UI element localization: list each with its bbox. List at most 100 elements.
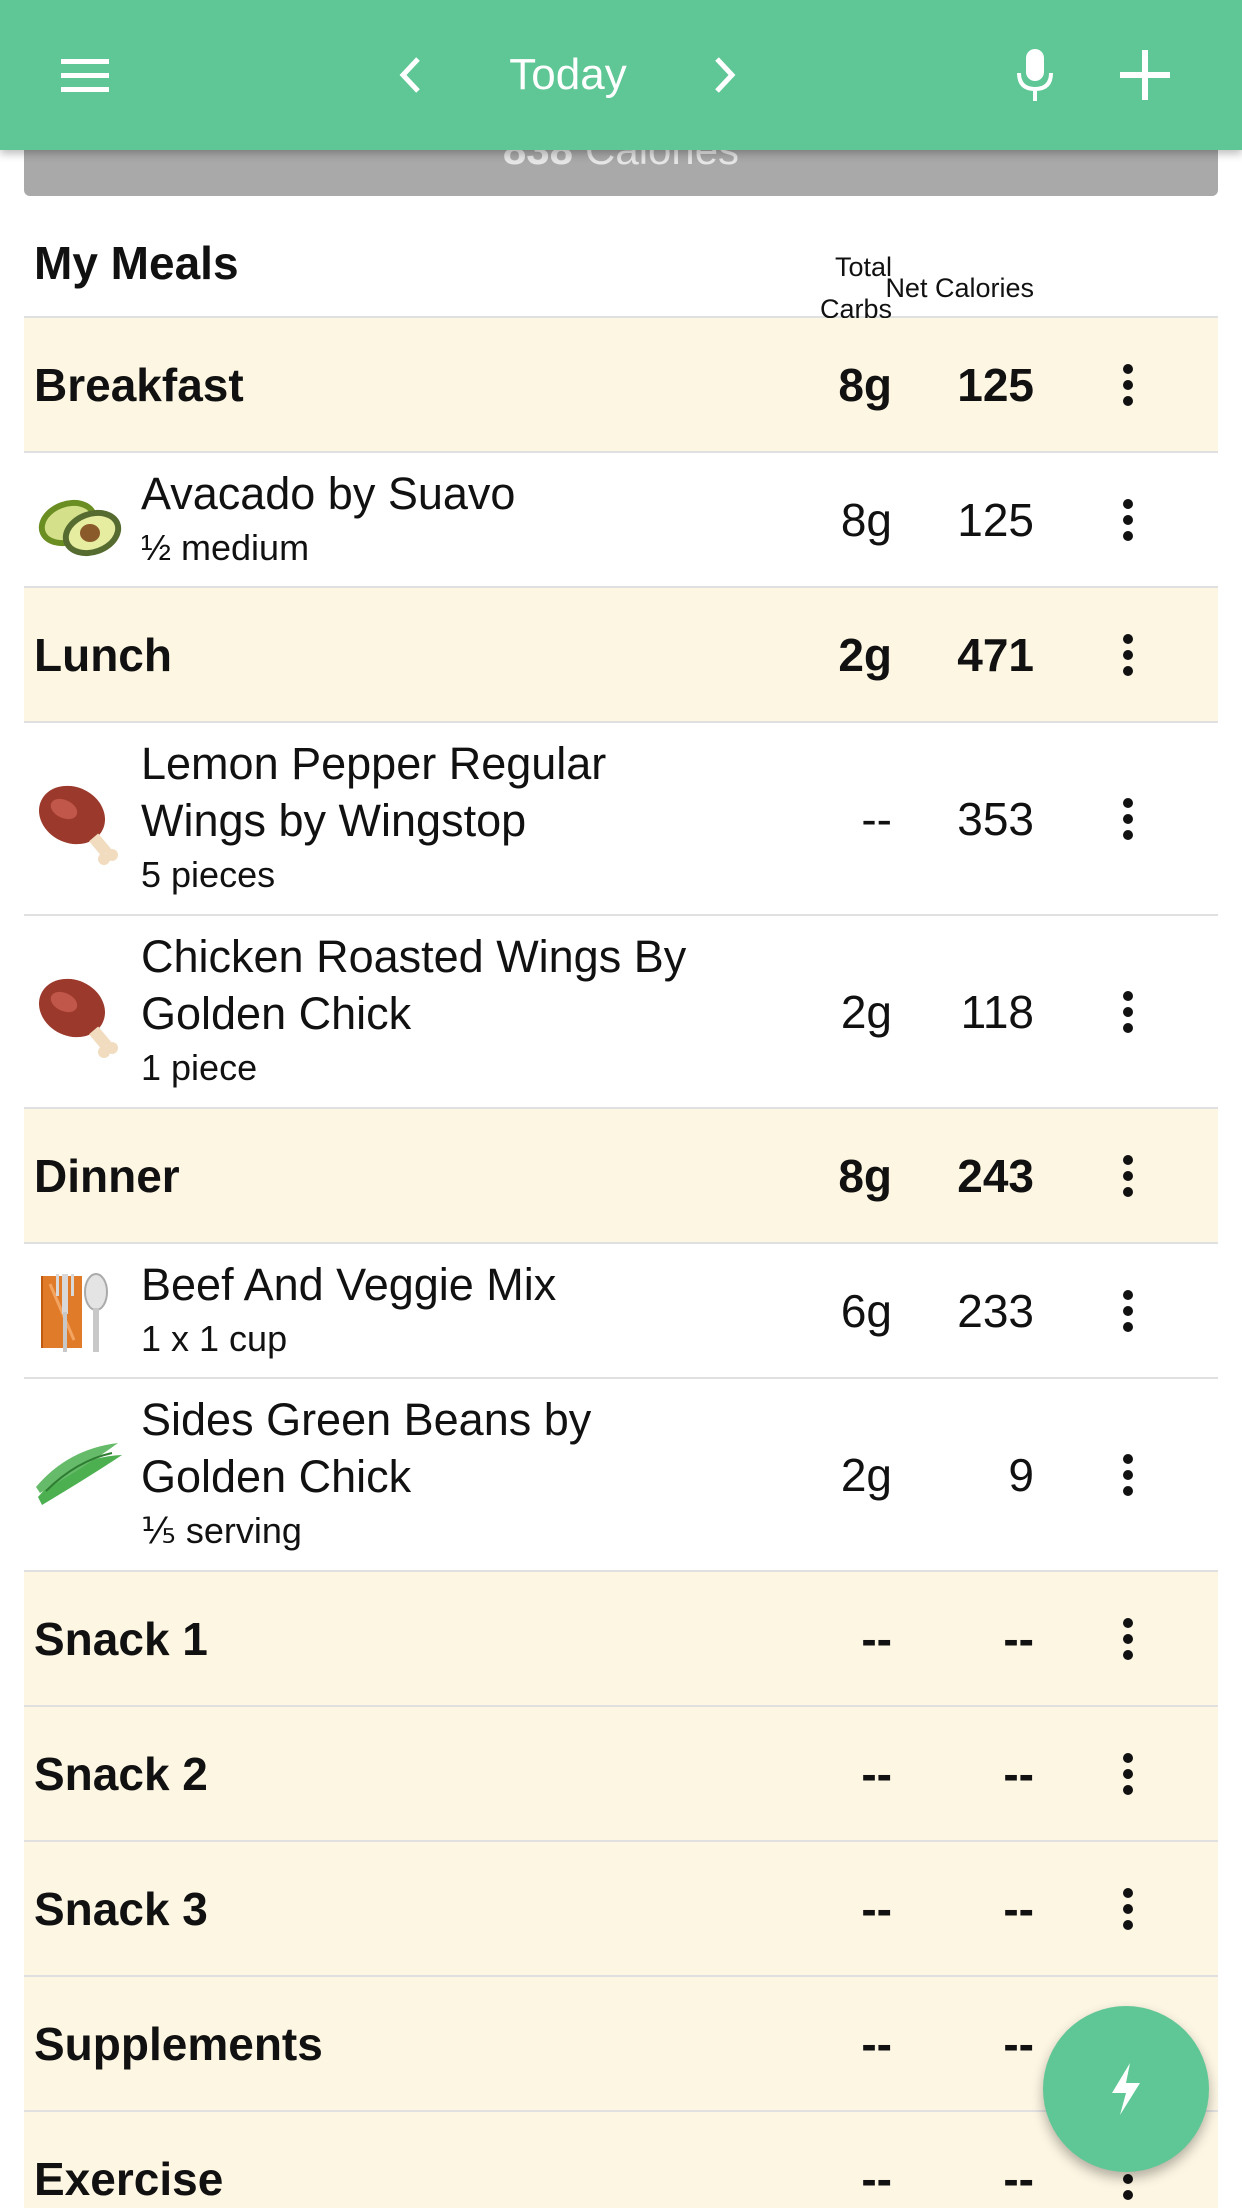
food-name: Sides Green Beans by Golden Chick — [141, 1394, 592, 1502]
meal-carbs: -- — [861, 2152, 892, 2205]
food-calories: 233 — [957, 1284, 1034, 1337]
meal-row-dinner[interactable]: Dinner 8g 243 — [24, 1109, 1218, 1244]
more-vert-icon — [1123, 1887, 1133, 1930]
more-options-button[interactable] — [1098, 916, 1158, 1107]
meals-header: My Meals Total Carbs Net Calories — [24, 200, 1218, 324]
meal-carbs: -- — [861, 2017, 892, 2070]
more-options-button[interactable] — [1098, 318, 1158, 451]
meal-row-supplements[interactable]: Supplements -- -- — [24, 1977, 1218, 2112]
quick-add-button[interactable] — [1043, 2006, 1209, 2172]
more-options-button[interactable] — [1098, 588, 1158, 721]
meal-carbs: -- — [861, 1747, 892, 1800]
meal-calories: -- — [1003, 1882, 1034, 1935]
meals-title: My Meals — [34, 237, 239, 289]
meal-name: Snack 3 — [34, 1882, 208, 1935]
meal-name: Breakfast — [34, 358, 244, 411]
more-options-button[interactable] — [1098, 1707, 1158, 1840]
lightning-icon — [1112, 2063, 1140, 2115]
meal-list: My Meals Total Carbs Net Calories Breakf… — [24, 200, 1218, 2208]
food-carbs: 6g — [840, 1284, 892, 1337]
meal-row-lunch[interactable]: Lunch 2g 471 — [24, 588, 1218, 723]
food-serving: 5 pieces — [141, 854, 276, 895]
green-beans-icon — [36, 1443, 122, 1505]
more-options-button[interactable] — [1098, 1379, 1158, 1570]
meal-carbs: -- — [861, 1612, 892, 1665]
food-name: Avacado by Suavo — [141, 468, 516, 519]
food-item-row[interactable]: Chicken Roasted Wings By Golden Chick 1 … — [24, 916, 1218, 1109]
more-vert-icon — [1123, 1752, 1133, 1795]
chicken-leg-icon — [38, 978, 118, 1058]
meal-name: Snack 1 — [34, 1612, 208, 1665]
more-options-button[interactable] — [1098, 1842, 1158, 1975]
food-item-row[interactable]: Sides Green Beans by Golden Chick ⅕ serv… — [24, 1379, 1218, 1572]
meal-row-snack-3[interactable]: Snack 3 -- -- — [24, 1842, 1218, 1977]
meal-calories: 243 — [957, 1149, 1034, 1202]
food-item-row[interactable]: Beef And Veggie Mix 1 x 1 cup 6g 233 — [24, 1244, 1218, 1379]
menu-button[interactable] — [30, 0, 140, 150]
food-name: Chicken Roasted Wings By Golden Chick — [141, 931, 687, 1039]
more-options-button[interactable] — [1098, 1109, 1158, 1242]
more-options-button[interactable] — [1098, 1244, 1158, 1377]
food-serving: 1 piece — [141, 1047, 258, 1088]
next-day-button[interactable] — [685, 0, 765, 150]
food-calories: 125 — [957, 493, 1034, 546]
meal-carbs: -- — [861, 1882, 892, 1935]
food-serving: ½ medium — [141, 527, 310, 568]
add-icon — [1120, 50, 1170, 100]
meal-row-breakfast[interactable]: Breakfast 8g 125 — [24, 318, 1218, 453]
more-vert-icon — [1123, 498, 1133, 541]
chicken-leg-icon — [38, 785, 118, 865]
food-name: Lemon Pepper Regular Wings by Wingstop — [141, 738, 607, 846]
more-vert-icon — [1123, 1154, 1133, 1197]
more-vert-icon — [1123, 1289, 1133, 1332]
meal-carbs: 8g — [838, 1149, 892, 1202]
more-options-button[interactable] — [1098, 723, 1158, 914]
more-options-button[interactable] — [1098, 453, 1158, 586]
more-vert-icon — [1123, 990, 1133, 1033]
food-carbs: 8g — [840, 493, 892, 546]
food-calories: 353 — [957, 792, 1034, 845]
meal-row-snack-1[interactable]: Snack 1 -- -- — [24, 1572, 1218, 1707]
food-name: Beef And Veggie Mix — [141, 1259, 557, 1310]
food-item-row[interactable]: Lemon Pepper Regular Wings by Wingstop 5… — [24, 723, 1218, 916]
meal-calories: -- — [1003, 2017, 1034, 2070]
meal-name: Exercise — [34, 2152, 224, 2205]
meal-name: Dinner — [34, 1149, 180, 1202]
meal-calories: -- — [1003, 2152, 1034, 2205]
more-vert-icon — [1123, 363, 1133, 406]
mic-icon — [1017, 49, 1053, 101]
date-title[interactable]: Today — [468, 0, 668, 150]
more-options-button[interactable] — [1098, 1572, 1158, 1705]
food-calories: 118 — [960, 985, 1034, 1038]
meal-name: Snack 2 — [34, 1747, 208, 1800]
app-bar: Today — [0, 0, 1242, 150]
avocado-icon — [38, 499, 122, 557]
voice-input-button[interactable] — [990, 0, 1080, 150]
add-food-button[interactable] — [1100, 0, 1190, 150]
meal-calories: 125 — [957, 358, 1034, 411]
food-serving: 1 x 1 cup — [141, 1318, 288, 1359]
food-carbs: 2g — [840, 985, 892, 1038]
food-carbs: 2g — [840, 1448, 892, 1501]
meal-calories: -- — [1003, 1612, 1034, 1665]
food-serving: ⅕ serving — [141, 1510, 302, 1551]
more-vert-icon — [1123, 1453, 1133, 1496]
more-vert-icon — [1123, 797, 1133, 840]
meal-row-exercise[interactable]: Exercise -- -- — [24, 2112, 1218, 2208]
more-vert-icon — [1123, 633, 1133, 676]
meal-carbs: 8g — [838, 358, 892, 411]
meal-name: Lunch — [34, 628, 172, 681]
meal-row-snack-2[interactable]: Snack 2 -- -- — [24, 1707, 1218, 1842]
previous-day-button[interactable] — [370, 0, 450, 150]
meal-name: Supplements — [34, 2017, 323, 2070]
chevron-left-icon — [399, 57, 420, 93]
menu-icon — [61, 59, 109, 92]
food-carbs: -- — [861, 792, 892, 845]
more-vert-icon — [1123, 1617, 1133, 1660]
meal-calories: -- — [1003, 1747, 1034, 1800]
chevron-right-icon — [715, 57, 736, 93]
food-calories: 9 — [1008, 1448, 1034, 1501]
fork-knife-icon — [41, 1273, 108, 1352]
meal-carbs: 2g — [838, 628, 892, 681]
food-item-row[interactable]: Avacado by Suavo ½ medium 8g 125 — [24, 453, 1218, 588]
